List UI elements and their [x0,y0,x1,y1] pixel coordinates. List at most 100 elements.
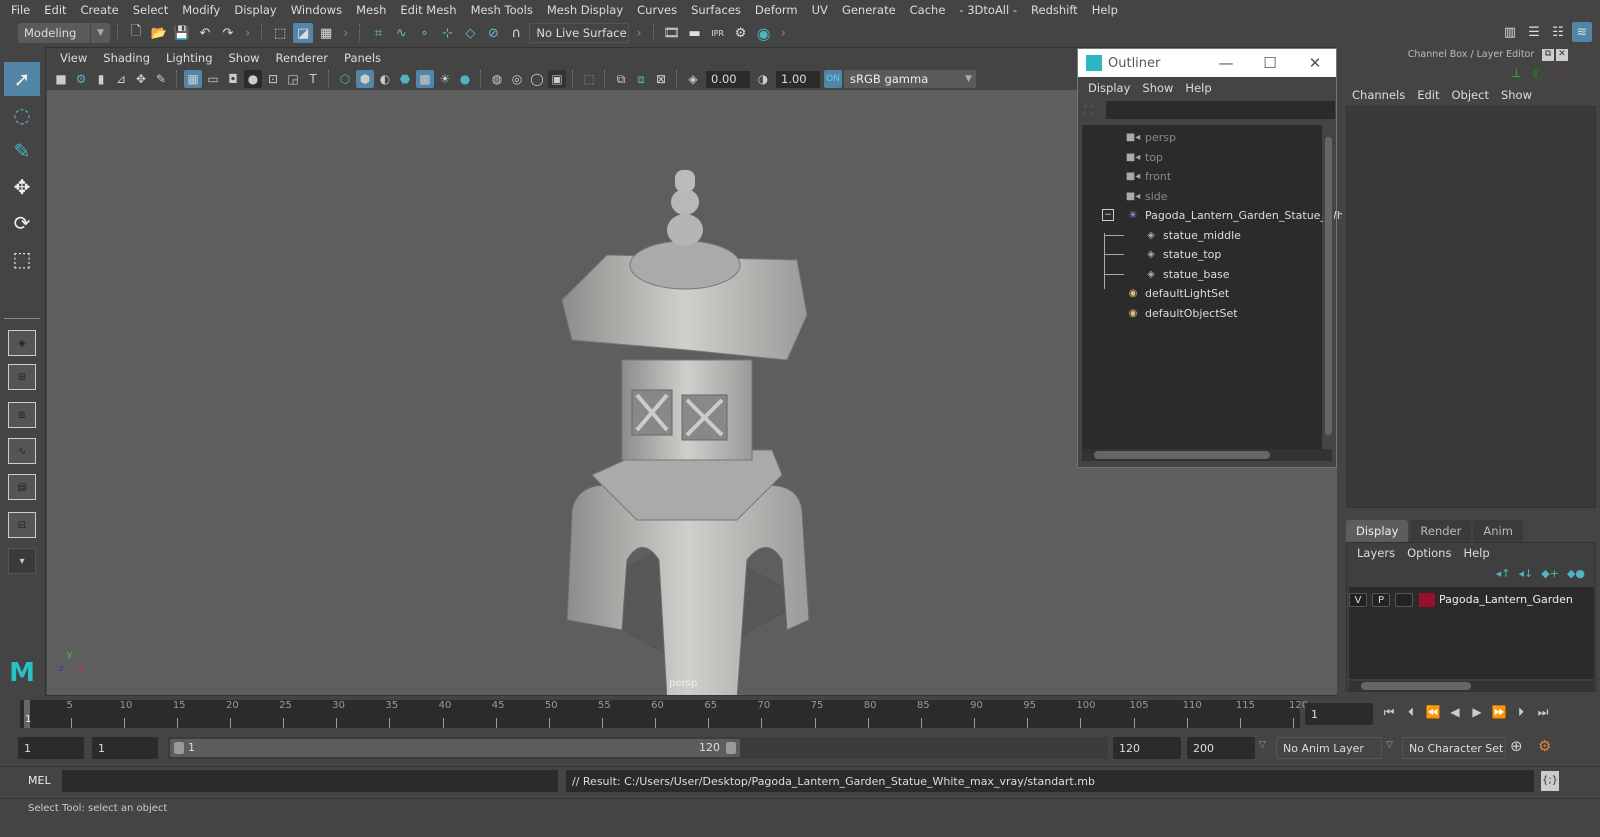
layer-name[interactable]: Pagoda_Lantern_Garden [1439,593,1573,606]
four-pane-layout-icon[interactable]: ⊞ [8,364,36,390]
auto-key-icon[interactable]: ⊕ [1510,737,1523,755]
paint-select-tool-icon[interactable]: ✎ [4,134,40,168]
save-scene-icon[interactable]: 💾 [172,23,192,43]
outliner-item[interactable]: ■◂ top [1126,148,1163,167]
move-layer-down-icon[interactable]: ◂↓ [1519,567,1534,580]
live-surface-field[interactable]: No Live Surface [529,23,630,43]
2d-pan-zoom-icon[interactable]: ✥ [132,70,150,88]
new-scene-icon[interactable]: 🗋 [126,23,146,43]
lasso-tool-icon[interactable]: ◌ [4,98,40,132]
collapse-icon[interactable]: − [1102,209,1114,221]
hypershade-icon[interactable]: ◉ [754,23,774,43]
outliner-menu-show[interactable]: Show [1136,81,1179,95]
outliner-item[interactable]: ■◂ side [1126,187,1168,206]
minimize-button[interactable]: — [1204,49,1248,77]
step-forward-frame-icon[interactable]: ⏵ [1510,702,1532,722]
outliner-item[interactable]: ■◂ persp [1126,128,1176,147]
safe-title-icon[interactable]: T [304,70,322,88]
snap-surface-icon[interactable]: ◇ [460,23,480,43]
magnet-icon[interactable]: ∩ [506,23,526,43]
scale-tool-icon[interactable]: ⬚ [4,242,40,276]
float-panel-icon[interactable]: ⧉ [1542,49,1554,61]
grease-pencil-icon[interactable]: ✎ [152,70,170,88]
script-editor-icon[interactable]: {;} [1541,771,1559,791]
depth-of-field-icon[interactable]: ▣ [548,70,566,88]
channel-box-area[interactable] [1346,106,1596,508]
rotate-tool-icon[interactable]: ⟳ [4,206,40,240]
persp-uv-layout-icon[interactable]: ⊟ [8,512,36,538]
menu-mesh-display[interactable]: Mesh Display [540,3,630,17]
play-backward-icon[interactable]: ◀ [1444,702,1466,722]
close-panel-icon[interactable]: ✕ [1556,49,1568,61]
layer-color-swatch[interactable] [1419,593,1435,607]
tab-anim[interactable]: Anim [1473,520,1523,542]
tab-render[interactable]: Render [1410,520,1472,542]
menu-edit-mesh[interactable]: Edit Mesh [393,3,463,17]
time-ruler[interactable]: 1 5 10 15 20 25 30 35 40 45 50 55 60 65 70 75 80 85 90 95 1… [20,700,1308,728]
move-layer-up-icon[interactable]: ◂↑ [1496,567,1511,580]
image-plane-icon[interactable]: ⊿ [112,70,130,88]
outliner-item[interactable]: ◉ defaultObjectSet [1126,304,1238,323]
visibility-toggle[interactable]: V [1349,593,1367,607]
layer-menu-help[interactable]: Help [1457,546,1495,560]
resolution-gate-icon[interactable]: ◘ [224,70,242,88]
select-hierarchy-icon[interactable]: ⬚ [270,23,290,43]
use-all-lights-icon[interactable]: ☀ [436,70,454,88]
viewport-menu-shading[interactable]: Shading [95,51,158,65]
menu-create[interactable]: Create [74,3,126,17]
command-input[interactable] [62,770,558,792]
menu-uv[interactable]: UV [805,3,835,17]
close-button[interactable]: ✕ [1293,49,1337,77]
undo-icon[interactable]: ↶ [195,23,215,43]
viewport-menu-lighting[interactable]: Lighting [158,51,220,65]
render-frame-icon[interactable]: ▬ [685,23,705,43]
redo-icon[interactable]: ↷ [218,23,238,43]
color-management-toggle-icon[interactable]: ON [824,70,842,88]
outliner-item[interactable]: ■◂ front [1126,167,1171,186]
layer-horizontal-scrollbar[interactable] [1349,681,1594,691]
snap-point-icon[interactable]: ∘ [414,23,434,43]
outliner-item[interactable]: ◈ statue_top [1104,245,1221,264]
ipr-render-icon[interactable]: IPR [708,23,728,43]
snap-grid-icon[interactable]: ⌗ [368,23,388,43]
menu-3dtoall[interactable]: - 3DtoAll - [952,3,1024,17]
viewport-menu-show[interactable]: Show [221,51,268,65]
grid-icon[interactable]: ▦ [184,70,202,88]
select-object-icon[interactable]: ◪ [293,23,314,43]
new-layer-selected-icon[interactable]: ◆● [1567,567,1585,580]
screen-space-ao-icon[interactable]: ◍ [488,70,506,88]
textured-icon[interactable]: ▩ [416,70,434,88]
menu-cache[interactable]: Cache [903,3,953,17]
gamma-icon[interactable]: ◑ [754,70,772,88]
script-language-label[interactable]: MEL [28,774,51,787]
attribute-editor-icon[interactable]: ☰ [1524,22,1544,42]
collapse-arrow-icon[interactable]: › [636,26,641,41]
collapse-arrow-icon[interactable]: › [781,26,786,41]
wireframe-icon[interactable]: ⬡ [336,70,354,88]
end-time-field[interactable]: 200 [1187,737,1255,759]
display-type-toggle[interactable] [1395,593,1413,607]
animation-preferences-icon[interactable]: ⚙ [1538,737,1551,755]
xray-icon[interactable]: ⧉ [612,70,630,88]
collapse-arrow-icon[interactable]: › [343,26,348,41]
snap-view-plane-icon[interactable]: ⊹ [437,23,457,43]
snap-curve-icon[interactable]: ∿ [391,23,411,43]
range-start-handle[interactable] [174,742,184,754]
open-scene-icon[interactable]: 📂 [149,23,169,43]
render-settings-icon[interactable]: ⚙ [731,23,751,43]
tab-display[interactable]: Display [1346,520,1409,542]
menu-deform[interactable]: Deform [748,3,805,17]
field-chart-icon[interactable]: ⊡ [264,70,282,88]
color-space-dropdown[interactable]: sRGB gamma ▼ [844,70,976,88]
channel-box-menu-channels[interactable]: Channels [1346,88,1411,102]
channel-box-layers-icon[interactable]: ≋ [1572,22,1592,42]
gate-mask-icon[interactable]: ● [244,70,262,88]
layer-menu-layers[interactable]: Layers [1351,546,1401,560]
outliner-item[interactable]: ◉ defaultLightSet [1126,284,1230,303]
motion-blur-icon[interactable]: ◎ [508,70,526,88]
modeling-toolkit-icon[interactable]: ▥ [1500,22,1520,42]
speed-icon[interactable]: ◐ [1532,66,1543,81]
new-empty-layer-icon[interactable]: ◆+ [1541,567,1559,580]
safe-action-icon[interactable]: ◲ [284,70,302,88]
manipulator-icon[interactable]: ⟂ [1512,66,1521,81]
